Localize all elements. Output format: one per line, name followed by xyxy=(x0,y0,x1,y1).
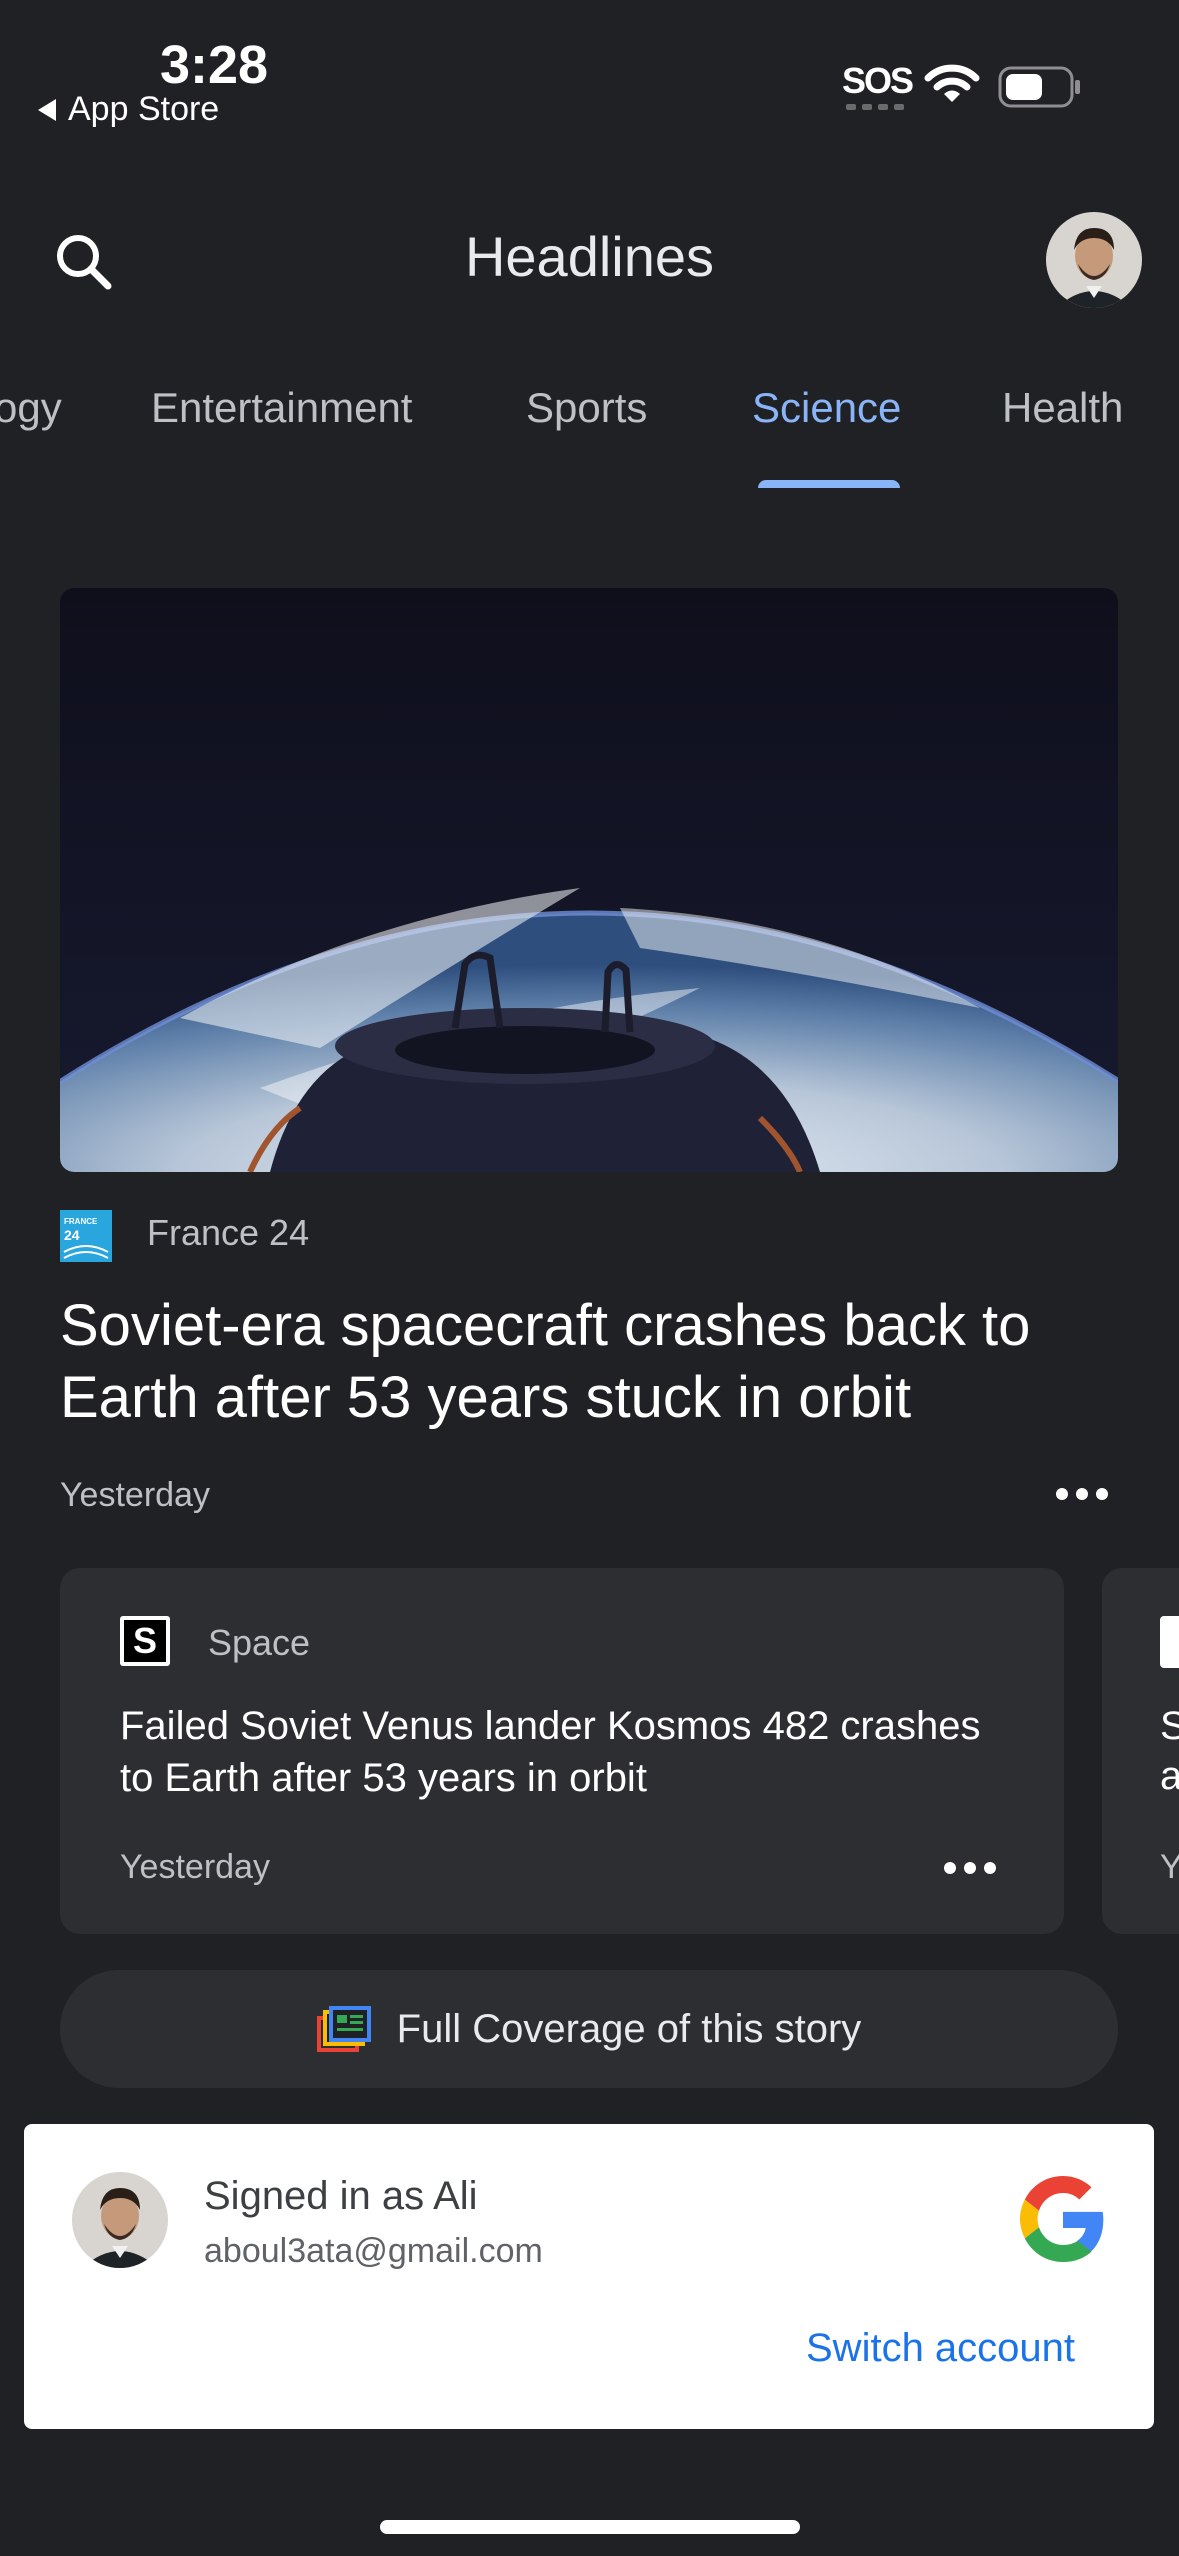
page-title: Headlines xyxy=(464,225,715,288)
svg-text:24: 24 xyxy=(64,1227,80,1243)
hero-image[interactable] xyxy=(60,588,1118,1172)
tab-health[interactable]: Health xyxy=(1002,384,1123,432)
switch-account-button[interactable]: Switch account xyxy=(806,2326,1075,2371)
next-card-text-line2: a xyxy=(1160,1754,1179,1798)
category-tabs: ogy Entertainment Sports Science Health xyxy=(0,384,1179,444)
signed-in-label: Signed in as Ali xyxy=(204,2174,478,2218)
hero-headline[interactable]: Soviet-era spacecraft crashes back to Ea… xyxy=(60,1290,1140,1434)
card-timestamp: Yesterday xyxy=(120,1848,270,1886)
hero-source-name: France 24 xyxy=(147,1212,310,1253)
tab-technology[interactable]: ogy xyxy=(0,384,62,432)
google-logo xyxy=(1020,2176,1104,2262)
card-source-name: Space xyxy=(208,1622,311,1663)
home-indicator[interactable] xyxy=(380,2520,800,2534)
next-card-logo xyxy=(1160,1616,1179,1668)
signal-dots xyxy=(846,104,904,110)
full-coverage-label: Full Coverage of this story xyxy=(396,2006,862,2051)
more-icon[interactable] xyxy=(1052,1474,1112,1514)
space-logo-letter: S xyxy=(124,1620,166,1662)
next-card-timestamp: Y xyxy=(1160,1848,1179,1886)
status-time: 3:28 xyxy=(160,35,269,95)
account-sheet xyxy=(24,2124,1154,2429)
back-to-app-button[interactable]: App Store xyxy=(38,90,219,129)
france24-logo: FRANCE 24 xyxy=(60,1210,112,1262)
tab-sports[interactable]: Sports xyxy=(526,384,647,432)
more-icon[interactable] xyxy=(940,1848,1000,1888)
svg-text:FRANCE: FRANCE xyxy=(64,1217,98,1226)
active-tab-indicator xyxy=(758,480,900,488)
battery-icon xyxy=(998,66,1080,108)
card-headline[interactable]: Failed Soviet Venus lander Kosmos 482 cr… xyxy=(120,1700,1020,1804)
back-app-label: App Store xyxy=(68,90,220,128)
full-coverage-button[interactable]: Full Coverage of this story xyxy=(60,1970,1118,2088)
next-card-text-line1: S xyxy=(1160,1704,1179,1748)
full-coverage-icon xyxy=(316,2006,371,2052)
tab-entertainment[interactable]: Entertainment xyxy=(151,384,412,432)
hero-timestamp: Yesterday xyxy=(60,1476,210,1514)
avatar xyxy=(72,2172,168,2268)
back-arrow-icon xyxy=(38,98,56,121)
avatar[interactable] xyxy=(1046,212,1142,308)
space-logo: S xyxy=(120,1616,170,1666)
account-email: aboul3ata@gmail.com xyxy=(204,2232,543,2270)
sos-indicator: SOS xyxy=(842,60,914,101)
tab-science[interactable]: Science xyxy=(752,384,901,432)
wifi-icon xyxy=(924,64,980,102)
